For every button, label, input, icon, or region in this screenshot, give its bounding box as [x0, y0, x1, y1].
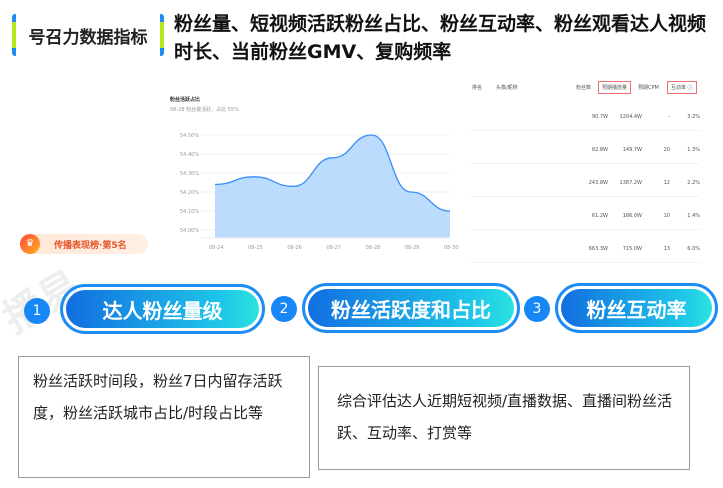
x-tick-label: 08-25 — [248, 245, 263, 251]
x-tick-label: 08-29 — [405, 245, 420, 251]
col-header: 排名 — [472, 85, 483, 91]
y-tick-label: 54.40% — [180, 152, 199, 158]
section-tag: 号召力数据指标 — [12, 14, 164, 56]
table-cell: 6.0% — [687, 246, 700, 252]
y-tick-label: 54.00% — [180, 228, 199, 234]
badge-label: 传播表现榜·第5名 — [54, 240, 127, 251]
x-tick-label: 08-24 — [209, 245, 224, 251]
description-box-2: 综合评估达人近期短视频/直播数据、直播间粉丝活跃、互动率、打赏等 — [318, 366, 690, 470]
table-cell: 3.2% — [687, 114, 700, 120]
step-pill-1: 达人粉丝量级 — [60, 284, 265, 334]
area-fill — [215, 135, 450, 238]
table-cell: 2.2% — [687, 180, 700, 186]
step-pill-3: 粉丝互动率 — [555, 283, 718, 333]
col-header[interactable]: 预期播放量 — [598, 81, 632, 94]
col-header[interactable]: 粉丝数 — [576, 84, 591, 91]
table-row[interactable]: 61.2W 186.0W 10 1.4% — [470, 197, 700, 230]
table-row[interactable]: 90.7W 1204.4W -3.2% — [470, 98, 700, 131]
col-header[interactable]: 预期CPM — [638, 84, 659, 91]
table-row[interactable]: 663.3W 715.0W 13 6.0% — [470, 230, 700, 263]
table-row[interactable]: 243.8W 1387.2W 12 2.2% — [470, 164, 700, 197]
y-tick-label: 54.20% — [180, 190, 199, 196]
step-label: 达人粉丝量级 — [66, 290, 259, 328]
col-header: 头像/昵称 — [496, 85, 518, 91]
x-tick-label: 08-30 — [444, 245, 459, 251]
table-row[interactable]: 82.8W 149.7W 20 1.3% — [470, 131, 700, 164]
col-header[interactable]: 互动率 ⓘ — [667, 81, 697, 94]
x-tick-label: 08-26 — [287, 245, 302, 251]
y-tick-label: 54.10% — [180, 209, 199, 215]
step-label: 粉丝活跃度和占比 — [308, 289, 514, 327]
step-number: 2 — [271, 296, 297, 322]
y-tick-label: 54.30% — [180, 171, 199, 177]
table-cell: 1.3% — [687, 147, 700, 153]
table-cell: 1.4% — [687, 213, 700, 219]
y-tick-label: 54.50% — [180, 133, 199, 139]
area-chart: 54.50% 54.40% 54.30% 54.20% 54.10% 54.00% 08-2… — [180, 133, 459, 251]
crown-icon: ♛ — [20, 234, 40, 254]
page-heading: 粉丝量、短视频活跃粉丝占比、粉丝互动率、粉丝观看达人视频时长、当前粉丝GMV、复… — [174, 13, 707, 63]
x-tick-label: 08-27 — [327, 245, 342, 251]
step-number: 3 — [524, 296, 550, 322]
x-tick-label: 08-28 — [366, 245, 381, 251]
step-number: 1 — [24, 298, 50, 324]
ranking-badge: ♛ 传播表现榜·第5名 — [20, 234, 148, 254]
step-label: 粉丝互动率 — [561, 289, 712, 327]
step-pill-2: 粉丝活跃度和占比 — [302, 283, 520, 333]
description-box-1: 粉丝活跃时间段，粉丝7日内留存活跃度，粉丝活跃城市占比/时段占比等 — [18, 356, 310, 478]
